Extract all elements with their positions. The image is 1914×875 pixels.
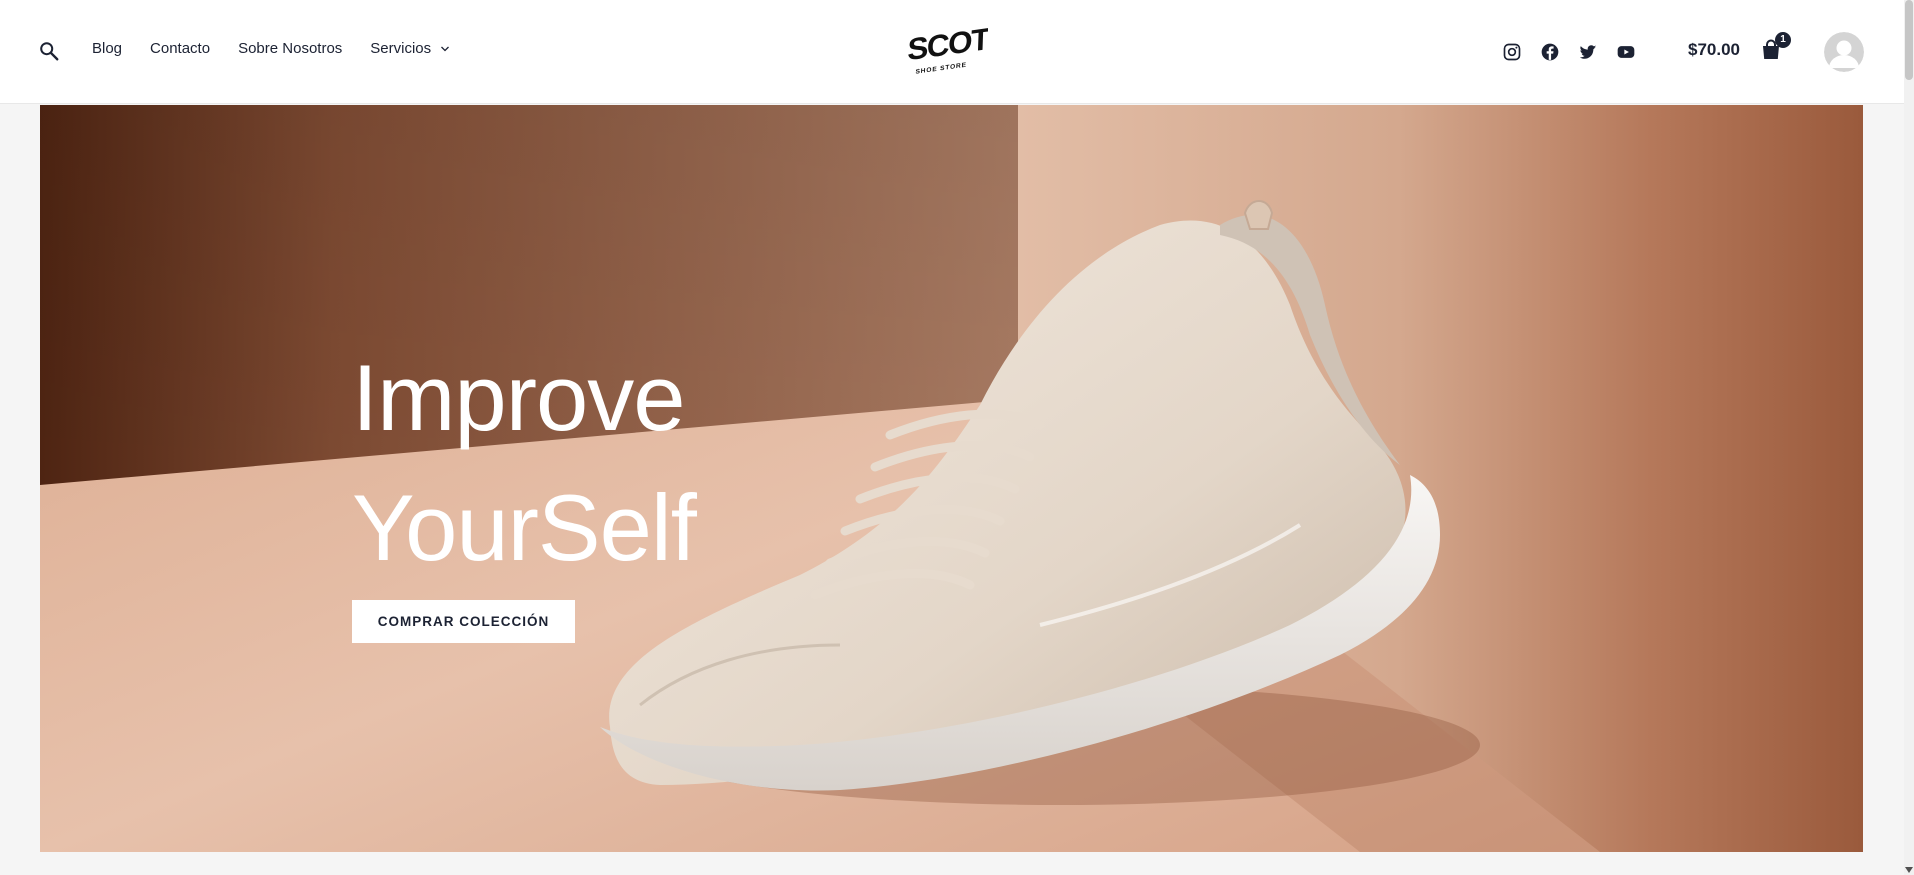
hero-banner: Improve YourSelf COMPRAR COLECCIÓN (40, 105, 1863, 852)
chevron-down-icon (441, 46, 450, 51)
hero-headline-line-2: YourSelf (352, 475, 697, 580)
nav-link-blog[interactable]: Blog (92, 40, 122, 57)
shop-collection-button[interactable]: COMPRAR COLECCIÓN (352, 600, 575, 643)
nav-link-sobre-nosotros[interactable]: Sobre Nosotros (238, 40, 342, 57)
facebook-icon[interactable] (1540, 42, 1560, 62)
site-logo[interactable]: SCOT'S SHOE STORE (898, 26, 988, 78)
twitter-icon[interactable] (1578, 42, 1598, 62)
nav-link-servicios[interactable]: Servicios (370, 40, 450, 57)
instagram-icon[interactable] (1502, 42, 1522, 62)
nav-link-label: Blog (92, 40, 123, 57)
search-icon[interactable] (38, 40, 60, 62)
user-avatar-icon (1824, 32, 1864, 72)
cart-total[interactable]: $70.00 (1688, 40, 1740, 60)
nav-link-label: Servicios (370, 40, 432, 57)
cart-count-badge: 1 (1775, 32, 1791, 48)
scroll-down-arrow-icon[interactable] (1905, 867, 1913, 873)
nav-link-label: Contacto (150, 40, 211, 57)
main-nav: Blog Contacto Sobre Nosotros Servicios (92, 40, 478, 57)
hero-headline: Improve YourSelf (352, 333, 697, 593)
social-links (1502, 42, 1654, 62)
logo-brand: SCOT'S (907, 26, 988, 67)
nav-link-contacto[interactable]: Contacto (150, 40, 210, 57)
page-scrollbar[interactable] (1904, 0, 1914, 875)
youtube-icon[interactable] (1616, 42, 1636, 62)
nav-link-label: Sobre Nosotros (238, 40, 343, 57)
avatar[interactable] (1824, 32, 1864, 72)
scrollbar-thumb[interactable] (1905, 0, 1913, 80)
hero-sneaker-image (40, 105, 1863, 852)
site-header: Blog Contacto Sobre Nosotros Servicios S… (0, 0, 1904, 104)
hero-headline-line-1: Improve (352, 345, 686, 450)
